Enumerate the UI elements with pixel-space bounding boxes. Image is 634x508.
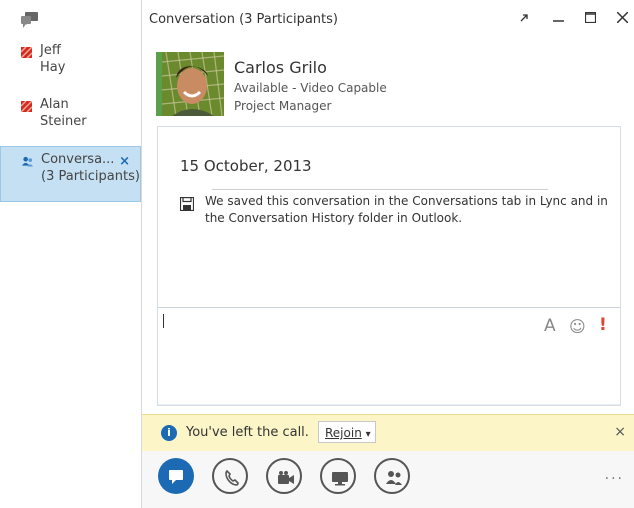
- close-conversation-icon[interactable]: ×: [119, 154, 130, 169]
- emoticon-icon[interactable]: ☺: [569, 317, 586, 336]
- close-icon[interactable]: [612, 9, 632, 29]
- message-input[interactable]: A ☺ !: [158, 307, 620, 404]
- window-title: Conversation (3 Participants): [149, 12, 338, 27]
- conversation-sidebar: Jeff Hay Alan Steiner Conversa... (3 Par…: [0, 0, 142, 508]
- contact-card: Carlos Grilo Available - Video Capable P…: [156, 52, 626, 118]
- contact-last-name: Steiner: [40, 114, 87, 129]
- close-notification-icon[interactable]: ×: [614, 424, 626, 440]
- conversation-toolbar: ...: [142, 451, 634, 508]
- notification-text: You've left the call.: [186, 425, 309, 440]
- sidebar-item-alan-steiner[interactable]: Alan Steiner: [0, 92, 141, 146]
- contact-role: Project Manager: [234, 99, 332, 113]
- more-options-icon[interactable]: ...: [605, 467, 624, 483]
- contact-first-name: Jeff: [40, 43, 61, 58]
- contact-status: Available - Video Capable: [234, 81, 387, 95]
- sidebar-item-jeff-hay[interactable]: Jeff Hay: [0, 38, 141, 92]
- call-notification-bar: i You've left the call. Rejoin ▾ ×: [142, 414, 634, 452]
- divider: [212, 189, 548, 190]
- present-button[interactable]: [320, 458, 356, 494]
- people-icon: [386, 471, 402, 485]
- high-importance-icon[interactable]: !: [599, 315, 607, 335]
- busy-status-icon: [21, 47, 32, 58]
- font-icon[interactable]: A: [544, 316, 556, 336]
- chevron-down-icon: ▾: [365, 429, 371, 440]
- save-icon: [180, 197, 194, 211]
- sidebar-header: [0, 0, 141, 38]
- contact-name[interactable]: Carlos Grilo: [234, 58, 327, 77]
- saved-conversation-message: We saved this conversation in the Conver…: [205, 194, 608, 225]
- title-bar: Conversation (3 Participants): [142, 0, 634, 38]
- minimize-icon[interactable]: [548, 9, 568, 29]
- contact-last-name: Hay: [40, 60, 66, 75]
- pop-out-icon[interactable]: [514, 9, 534, 29]
- conversations-icon[interactable]: [21, 12, 39, 28]
- group-icon: [22, 156, 33, 167]
- text-cursor: [163, 314, 164, 328]
- monitor-icon: [332, 472, 348, 486]
- conversation-panel: 15 October, 2013 We saved this conversat…: [157, 126, 621, 406]
- video-button[interactable]: [266, 458, 302, 494]
- conversation-history: 15 October, 2013 We saved this conversat…: [158, 127, 620, 307]
- conversation-participants: (3 Participants): [41, 169, 140, 184]
- rejoin-button[interactable]: Rejoin ▾: [318, 421, 376, 443]
- sidebar-item-label: Jeff Hay: [40, 38, 141, 76]
- participants-button[interactable]: [374, 458, 410, 494]
- phone-button[interactable]: [212, 458, 248, 494]
- info-icon: i: [161, 425, 177, 441]
- chat-icon: [169, 470, 183, 484]
- rejoin-label: Rejoin: [325, 426, 362, 440]
- sidebar-item-label: Alan Steiner: [40, 92, 141, 130]
- im-button[interactable]: [158, 458, 194, 494]
- sidebar-item-conversation[interactable]: Conversa... (3 Participants) ×: [0, 146, 141, 202]
- phone-icon: [225, 469, 239, 486]
- avatar[interactable]: [156, 52, 224, 116]
- history-date: 15 October, 2013: [180, 157, 312, 175]
- contact-first-name: Alan: [40, 97, 69, 112]
- conversation-window: Conversation (3 Participants) Carlos Gri…: [142, 0, 634, 508]
- maximize-icon[interactable]: [580, 9, 600, 29]
- video-camera-icon: [278, 471, 294, 484]
- busy-status-icon: [21, 101, 32, 112]
